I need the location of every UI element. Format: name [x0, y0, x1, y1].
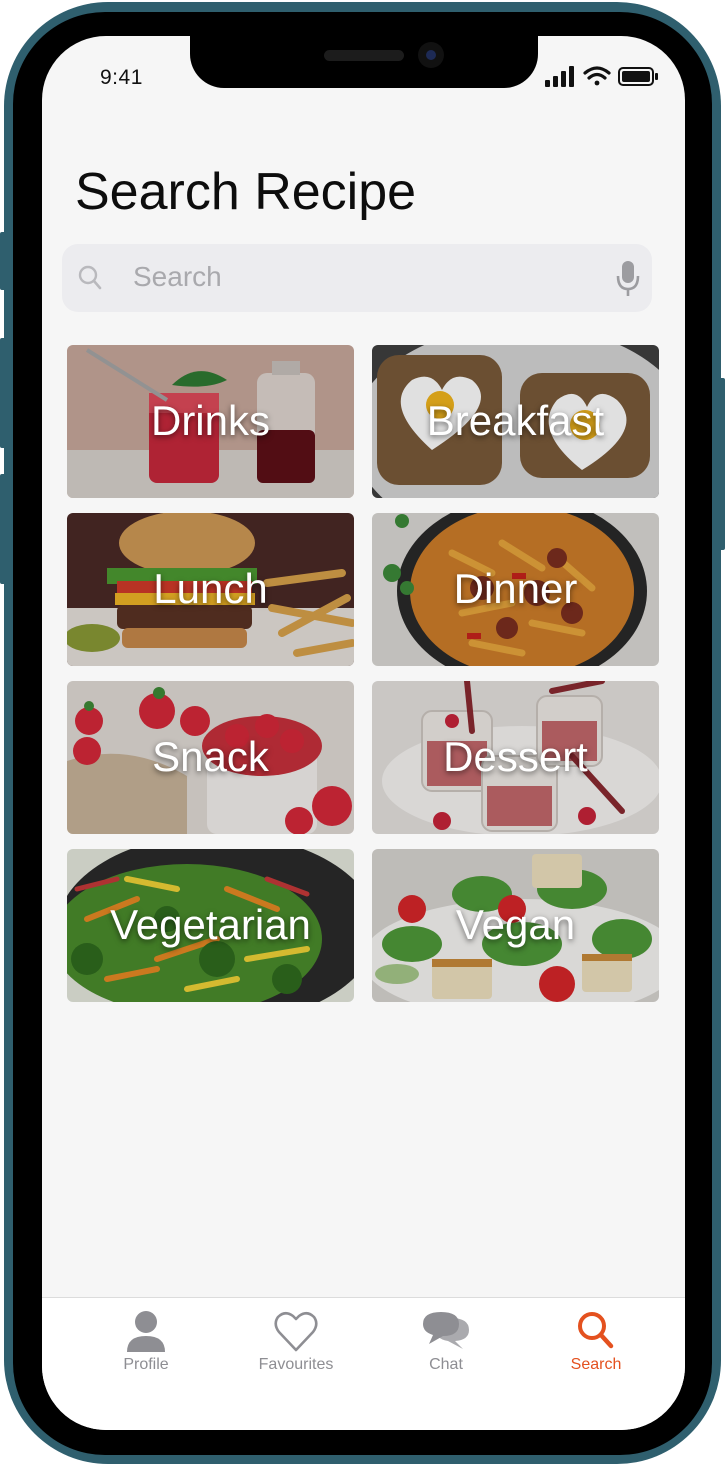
- category-label: Snack: [152, 732, 269, 780]
- tab-chat[interactable]: Chat: [381, 1308, 511, 1378]
- search-bar[interactable]: Search: [62, 244, 652, 312]
- search-icon: [78, 265, 102, 291]
- cellular-signal-icon: [545, 66, 574, 87]
- tab-bar: Profile Favourites Chat Search: [42, 1297, 685, 1430]
- heart-icon: [274, 1311, 318, 1352]
- category-card-dinner[interactable]: Dinner: [372, 513, 659, 666]
- category-card-lunch[interactable]: Lunch: [67, 513, 354, 666]
- category-card-dessert[interactable]: Dessert: [372, 681, 659, 834]
- magnifier-icon: [578, 1312, 614, 1349]
- tab-label: Profile: [123, 1356, 169, 1373]
- front-camera: [418, 42, 444, 68]
- category-label: Dessert: [443, 732, 588, 780]
- tab-label: Search: [570, 1356, 622, 1373]
- category-card-vegetarian[interactable]: Vegetarian: [67, 849, 354, 1002]
- category-card-vegan[interactable]: Vegan: [372, 849, 659, 1002]
- status-time: 9:41: [100, 66, 143, 89]
- side-button-volume-down: [0, 474, 6, 584]
- category-label: Vegan: [455, 900, 576, 948]
- battery-icon: [618, 67, 658, 86]
- tab-favourites[interactable]: Favourites: [231, 1308, 361, 1378]
- category-card-snack[interactable]: Snack: [67, 681, 354, 834]
- search-input[interactable]: Search: [133, 261, 222, 293]
- side-button-volume-up: [0, 338, 6, 448]
- category-card-drinks[interactable]: Drinks: [67, 345, 354, 498]
- category-label: Drinks: [150, 396, 270, 444]
- speaker-grille: [324, 50, 404, 61]
- tab-label: Chat: [429, 1356, 463, 1373]
- chat-bubbles-icon: [423, 1312, 469, 1349]
- status-icons: [545, 66, 659, 88]
- side-button-power: [719, 378, 725, 550]
- category-label: Vegetarian: [110, 900, 311, 948]
- category-card-breakfast[interactable]: Breakfast: [372, 345, 659, 498]
- wifi-icon: [583, 66, 611, 86]
- tab-profile[interactable]: Profile: [81, 1308, 211, 1378]
- app-screen: 9:41 Search Recipe Search Drinks Breakfa…: [42, 36, 685, 1430]
- notch: [190, 36, 538, 88]
- microphone-icon[interactable]: [616, 260, 640, 298]
- person-icon: [127, 1311, 165, 1352]
- side-button-mute: [0, 232, 6, 290]
- category-label: Dinner: [453, 564, 578, 612]
- page-title: Search Recipe: [75, 163, 417, 221]
- tab-search[interactable]: Search: [531, 1308, 661, 1378]
- category-label: Lunch: [153, 564, 268, 612]
- tab-label: Favourites: [258, 1356, 334, 1373]
- category-label: Breakfast: [426, 396, 605, 444]
